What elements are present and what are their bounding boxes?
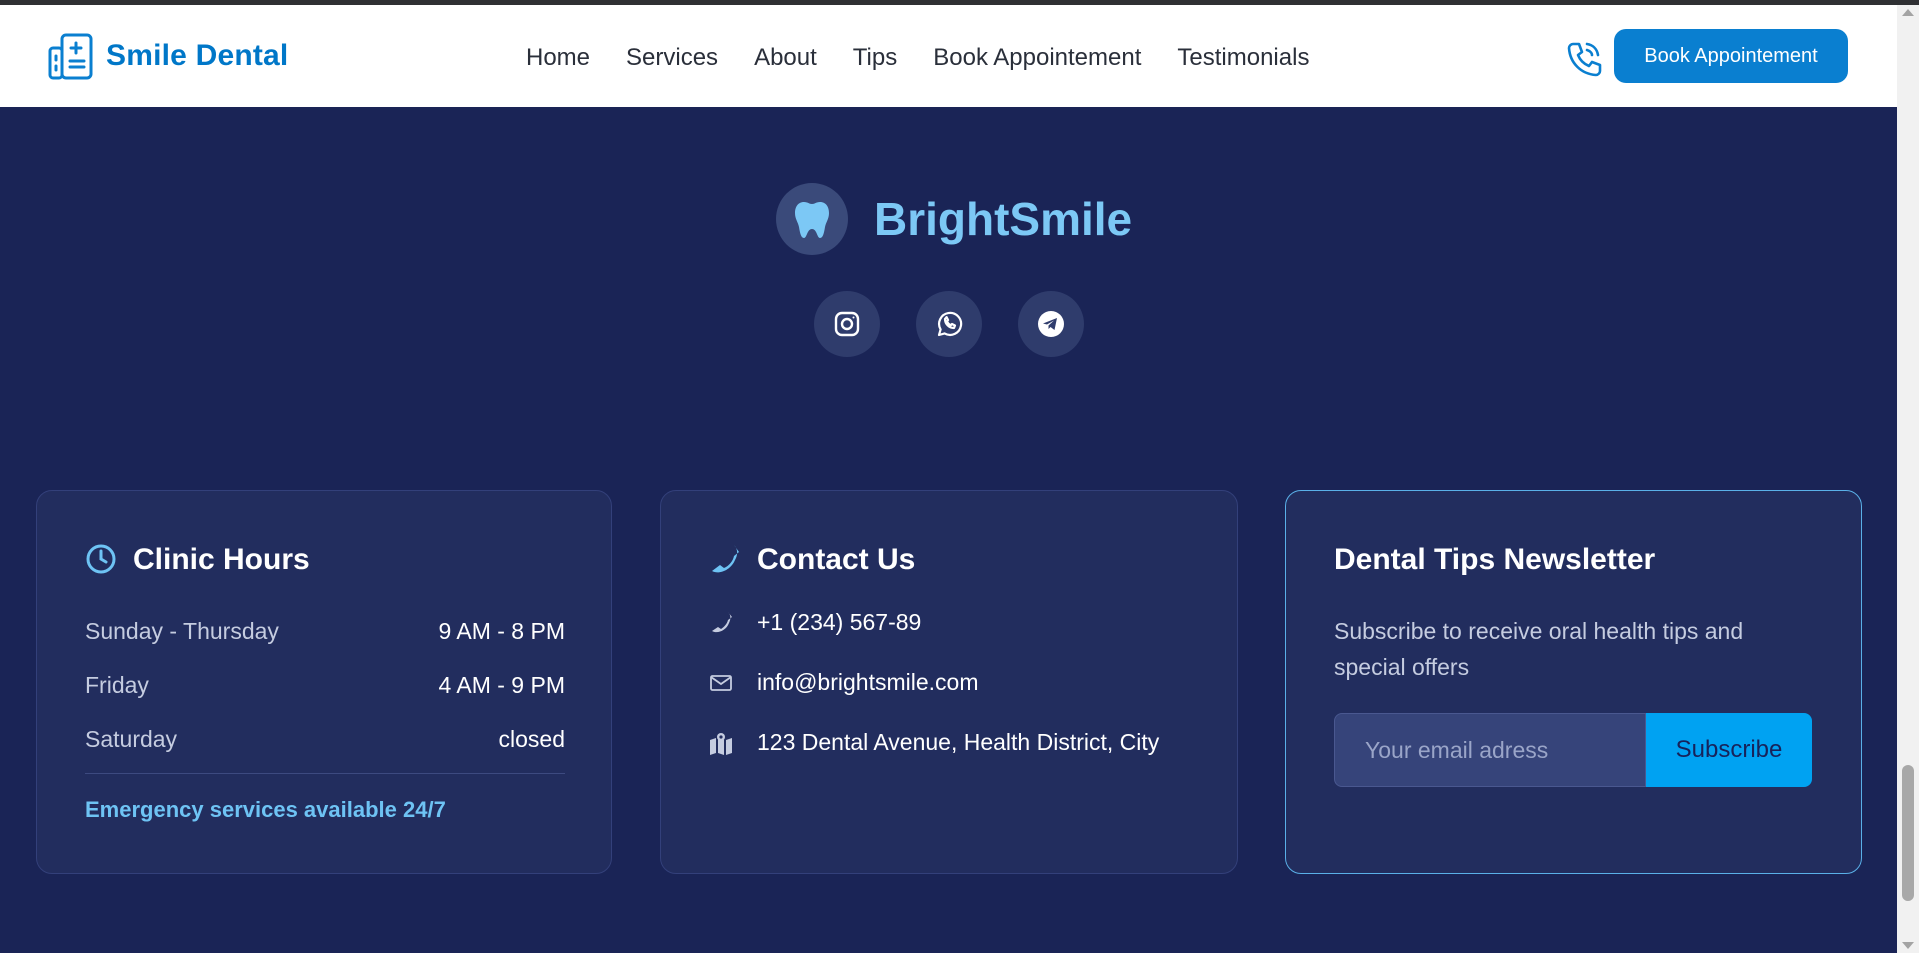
brand-link[interactable]: Smile Dental <box>48 32 288 80</box>
hours-divider <box>85 773 565 774</box>
contact-email-row[interactable]: info@brightsmile.com <box>709 669 978 696</box>
newsletter-description: Subscribe to receive oral health tips an… <box>1334 618 1744 680</box>
clock-icon <box>85 543 119 577</box>
contact-phone: +1 (234) 567-89 <box>757 609 922 635</box>
window-top-strip <box>0 0 1919 5</box>
newsletter-card: Dental Tips Newsletter Subscribe to rece… <box>1285 490 1862 874</box>
book-appointement-button[interactable]: Book Appointement <box>1614 29 1848 83</box>
hours-row: Friday 4 AM - 9 PM <box>85 672 565 699</box>
hours-time: 4 AM - 9 PM <box>438 672 565 698</box>
hospital-building-icon <box>48 32 94 80</box>
newsletter-title: Dental Tips Newsletter <box>1334 543 1656 576</box>
scroll-thumb[interactable] <box>1902 765 1914 901</box>
phone-icon <box>709 611 733 635</box>
footer-brand: BrightSmile <box>776 183 1132 255</box>
whatsapp-icon[interactable] <box>916 291 982 357</box>
social-links <box>814 291 1120 357</box>
tooth-icon <box>776 183 848 255</box>
hours-time: 9 AM - 8 PM <box>438 618 565 644</box>
hours-day: Sunday - Thursday <box>85 618 279 644</box>
contact-phone-row[interactable]: +1 (234) 567-89 <box>709 609 921 636</box>
contact-card: Contact Us +1 (234) 567-89 info@brightsm… <box>660 490 1238 874</box>
subscribe-button[interactable]: Subscribe <box>1646 713 1812 787</box>
hours-day: Friday <box>85 672 149 698</box>
phone-ringing-icon[interactable] <box>1565 39 1603 79</box>
nav-services[interactable]: Services <box>626 42 718 74</box>
contact-title-text: Contact Us <box>757 543 916 576</box>
contact-address-row: 123 Dental Avenue, Health District, City <box>709 729 1159 756</box>
hours-day: Saturday <box>85 726 178 752</box>
hours-time: closed <box>498 726 565 752</box>
instagram-icon[interactable] <box>814 291 880 357</box>
hours-row: Sunday - Thursday 9 AM - 8 PM <box>85 618 565 645</box>
contact-email: info@brightsmile.com <box>757 669 979 695</box>
email-field[interactable] <box>1334 713 1646 787</box>
site-header: Smile Dental Home Services About Tips Bo… <box>0 5 1897 107</box>
nav-home[interactable]: Home <box>526 42 590 74</box>
map-location-icon <box>709 731 733 755</box>
clinic-hours-title-text: Clinic Hours <box>133 543 310 576</box>
emergency-note: Emergency services available 24/7 <box>85 797 446 822</box>
nav-tips[interactable]: Tips <box>853 42 897 74</box>
clinic-hours-card: Clinic Hours Sunday - Thursday 9 AM - 8 … <box>36 490 612 874</box>
phone-icon <box>709 543 743 577</box>
main-nav: Home Services About Tips Book Appointeme… <box>526 42 1345 74</box>
envelope-icon <box>709 671 733 695</box>
footer-brand-name: BrightSmile <box>874 193 1133 245</box>
nav-about[interactable]: About <box>754 42 817 74</box>
clinic-hours-title: Clinic Hours <box>85 543 310 577</box>
nav-testimonials[interactable]: Testimonials <box>1177 42 1309 74</box>
hours-row: Saturday closed <box>85 726 565 753</box>
telegram-icon[interactable] <box>1018 291 1084 357</box>
scroll-down-arrow-icon[interactable] <box>1902 942 1914 949</box>
nav-book-appointement[interactable]: Book Appointement <box>933 42 1141 74</box>
brand-name: Smile Dental <box>106 39 289 72</box>
contact-title: Contact Us <box>709 543 915 577</box>
page-scrollbar[interactable] <box>1897 5 1919 953</box>
contact-address: 123 Dental Avenue, Health District, City <box>757 729 1160 755</box>
scroll-up-arrow-icon[interactable] <box>1902 9 1914 16</box>
